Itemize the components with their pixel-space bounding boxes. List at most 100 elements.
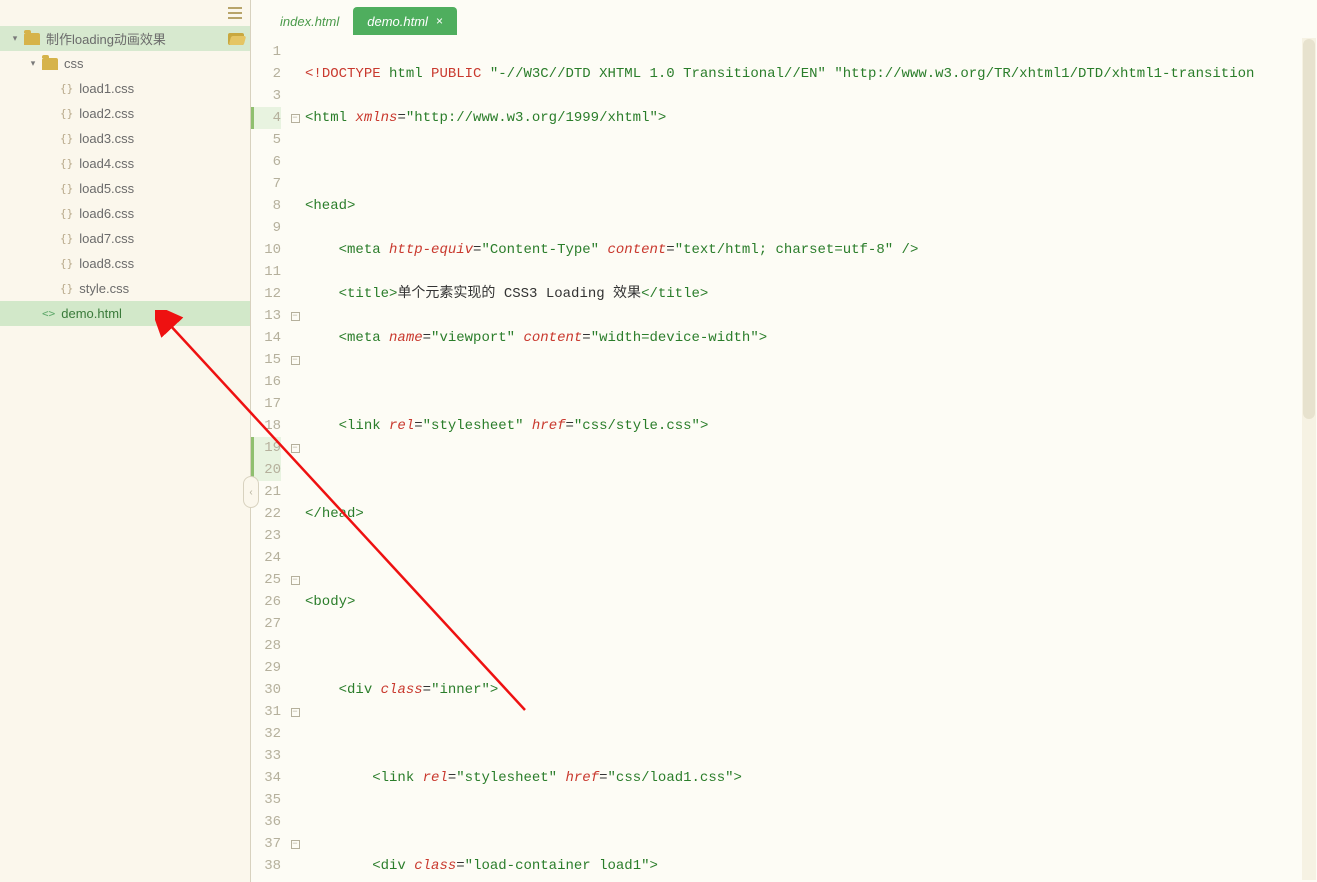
tab-label: index.html: [280, 14, 339, 29]
line-number: 31: [251, 701, 281, 723]
line-number: 30: [251, 679, 281, 701]
tab-demo-html[interactable]: demo.html ×: [353, 7, 457, 35]
line-number: 6: [251, 151, 281, 173]
tree-label: load3.css: [79, 131, 134, 146]
line-number: 8: [251, 195, 281, 217]
tree-label: load4.css: [79, 156, 134, 171]
line-number: 9: [251, 217, 281, 239]
line-number: 37: [251, 833, 281, 855]
line-number: 17: [251, 393, 281, 415]
tree-label: 制作loading动画效果: [46, 29, 166, 48]
line-number: 34: [251, 767, 281, 789]
line-number-gutter: 1 2 3 4 5 6 7 8 9 10 11 12 13 14 15 16 1…: [251, 35, 289, 882]
file-explorer-sidebar: 制作loading动画效果 css {} load1.css {} load2.cs…: [0, 0, 251, 882]
tree-file-css[interactable]: {} load2.css: [0, 101, 250, 126]
css-file-icon: {}: [60, 182, 73, 195]
tree-file-css[interactable]: {} load1.css: [0, 76, 250, 101]
line-number: 13: [251, 305, 281, 327]
line-number: 15: [251, 349, 281, 371]
css-file-icon: {}: [60, 157, 73, 170]
hamburger-menu-icon[interactable]: [228, 7, 242, 19]
line-number: 5: [251, 129, 281, 151]
tree-label: load8.css: [79, 256, 134, 271]
tree-label: load2.css: [79, 106, 134, 121]
fold-marker-icon[interactable]: −: [291, 114, 300, 123]
line-number: 38: [251, 855, 281, 877]
css-file-icon: {}: [60, 282, 73, 295]
line-number: 36: [251, 811, 281, 833]
fold-gutter: − − − − − − −: [289, 35, 301, 882]
fold-marker-icon[interactable]: −: [291, 576, 300, 585]
folder-icon: [24, 33, 40, 45]
line-number: 11: [251, 261, 281, 283]
line-number: 27: [251, 613, 281, 635]
scrollbar-thumb[interactable]: [1303, 39, 1315, 419]
css-file-icon: {}: [60, 207, 73, 220]
css-file-icon: {}: [60, 232, 73, 245]
close-icon[interactable]: ×: [436, 14, 443, 28]
fold-marker-icon[interactable]: −: [291, 708, 300, 717]
tree-label: load6.css: [79, 206, 134, 221]
tree-label: css: [64, 56, 84, 71]
code-content[interactable]: <!DOCTYPE html PUBLIC "-//W3C//DTD XHTML…: [301, 35, 1317, 882]
css-file-icon: {}: [60, 107, 73, 120]
tree-file-css[interactable]: {} load3.css: [0, 126, 250, 151]
line-number: 10: [251, 239, 281, 261]
fold-marker-icon[interactable]: −: [291, 444, 300, 453]
line-number: 26: [251, 591, 281, 613]
tree-label: load1.css: [79, 81, 134, 96]
sidebar-collapse-handle[interactable]: ‹: [243, 476, 259, 508]
line-number: 14: [251, 327, 281, 349]
fold-marker-icon[interactable]: −: [291, 312, 300, 321]
tree-label: demo.html: [61, 306, 122, 321]
tree-file-css[interactable]: {} load5.css: [0, 176, 250, 201]
tree-label: load5.css: [79, 181, 134, 196]
css-file-icon: {}: [60, 132, 73, 145]
tab-index-html[interactable]: index.html: [266, 7, 353, 35]
tree-label: load7.css: [79, 231, 134, 246]
tree-file-css[interactable]: {} load6.css: [0, 201, 250, 226]
line-number: 23: [251, 525, 281, 547]
chevron-down-icon: [10, 34, 20, 44]
line-number: 2: [251, 63, 281, 85]
line-number: 4: [251, 107, 281, 129]
line-number: 16: [251, 371, 281, 393]
line-number: 24: [251, 547, 281, 569]
folder-open-icon: [228, 33, 244, 45]
file-tree: 制作loading动画效果 css {} load1.css {} load2.cs…: [0, 26, 250, 882]
line-number: 32: [251, 723, 281, 745]
tree-label: style.css: [79, 281, 129, 296]
tab-label: demo.html: [367, 14, 428, 29]
css-file-icon: {}: [60, 82, 73, 95]
tree-file-css[interactable]: {} load7.css: [0, 226, 250, 251]
chevron-down-icon: [28, 59, 38, 69]
editor-tabs: index.html demo.html ×: [251, 0, 1317, 35]
line-number: 18: [251, 415, 281, 437]
css-file-icon: {}: [60, 257, 73, 270]
tree-file-css[interactable]: {} load8.css: [0, 251, 250, 276]
line-number: 1: [251, 41, 281, 63]
code-editor[interactable]: 1 2 3 4 5 6 7 8 9 10 11 12 13 14 15 16 1…: [251, 35, 1317, 882]
tree-file-css[interactable]: {} style.css: [0, 276, 250, 301]
line-number: 7: [251, 173, 281, 195]
line-number: 25: [251, 569, 281, 591]
tree-folder-css[interactable]: css: [0, 51, 250, 76]
tree-file-demo-html[interactable]: <> demo.html: [0, 301, 250, 326]
html-file-icon: <>: [42, 307, 55, 320]
sidebar-toolbar: [0, 0, 250, 26]
line-number: 35: [251, 789, 281, 811]
line-number: 19: [251, 437, 281, 459]
editor-area: index.html demo.html × 1 2 3 4 5 6 7 8 9…: [251, 0, 1317, 882]
line-number: 28: [251, 635, 281, 657]
tree-root-folder[interactable]: 制作loading动画效果: [0, 26, 250, 51]
app-root: 制作loading动画效果 css {} load1.css {} load2.cs…: [0, 0, 1317, 882]
vertical-scrollbar[interactable]: [1302, 38, 1316, 880]
line-number: 3: [251, 85, 281, 107]
fold-marker-icon[interactable]: −: [291, 840, 300, 849]
line-number: 29: [251, 657, 281, 679]
line-number: 33: [251, 745, 281, 767]
folder-icon: [42, 58, 58, 70]
tree-file-css[interactable]: {} load4.css: [0, 151, 250, 176]
line-number: 12: [251, 283, 281, 305]
fold-marker-icon[interactable]: −: [291, 356, 300, 365]
